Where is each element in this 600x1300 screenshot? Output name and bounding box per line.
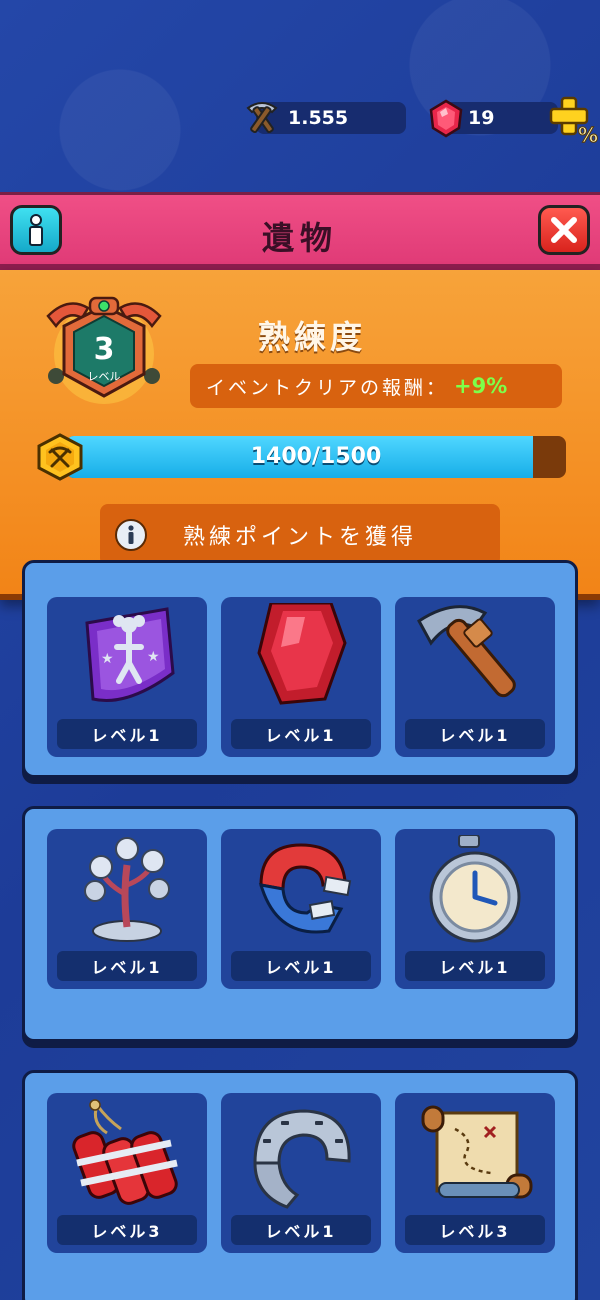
mastery-hex-icon: [37, 433, 83, 481]
relic-level: レベル3: [405, 1215, 545, 1245]
treasure-map-icon: [421, 1105, 533, 1199]
coin-tree-icon: [84, 837, 170, 942]
close-button[interactable]: [538, 205, 590, 255]
relic-group-3: レベル3 レベル1 レベル3: [22, 1070, 578, 1300]
page-title: 遺物: [261, 219, 338, 257]
relic-card[interactable]: レベル3: [395, 1093, 555, 1253]
earn-mastery-points-button[interactable]: 熟練ポイントを獲得: [100, 504, 500, 566]
ruby-crystal-icon: [257, 603, 347, 705]
currency-bar: 1.555 19 %: [0, 96, 600, 146]
relic-group-1: ★ ★ レベル1 レベル1 レベル1: [22, 560, 578, 778]
event-reward-box: イベントクリアの報酬： +9%: [190, 364, 562, 408]
pickaxe-currency[interactable]: 1.555: [246, 102, 406, 134]
info-circle-icon: [115, 519, 147, 551]
relic-card[interactable]: レベル1: [395, 829, 555, 989]
relic-level: レベル1: [405, 951, 545, 981]
relic-level: レベル1: [231, 951, 371, 981]
relic-card[interactable]: レベル1: [47, 829, 207, 989]
mastery-progress-bar: 1400/1500: [66, 436, 566, 478]
relic-level: レベル3: [57, 1215, 197, 1245]
relic-card[interactable]: レベル1: [221, 829, 381, 989]
reward-bonus: +9%: [454, 374, 508, 398]
cheerleader-badge-icon: ★ ★: [85, 607, 175, 703]
red-gem-icon: [429, 99, 463, 138]
relic-level: レベル1: [57, 951, 197, 981]
earn-button-label: 熟練ポイントを獲得: [182, 525, 417, 550]
mastery-title: 熟練度: [258, 318, 367, 356]
relic-card[interactable]: レベル1: [221, 1093, 381, 1253]
relic-level: レベル1: [57, 719, 197, 749]
relic-level: レベル1: [231, 1215, 371, 1245]
relics-header: 遺物: [0, 192, 600, 270]
relic-card[interactable]: レベル1: [395, 597, 555, 757]
pickaxe-amount: 1.555: [288, 107, 349, 129]
close-icon: [551, 217, 577, 243]
relic-group-2: レベル1 レベル1 レベル1: [22, 806, 578, 1042]
gem-amount: 19: [468, 107, 495, 129]
relic-level: レベル1: [405, 719, 545, 749]
horseshoe-icon: [253, 1109, 351, 1209]
relic-card[interactable]: レベル1: [221, 597, 381, 757]
mastery-level-badge: [46, 296, 162, 404]
progress-text: 1400/1500: [250, 444, 382, 469]
pickaxe-icon: [417, 605, 516, 698]
relic-card[interactable]: レベル3: [47, 1093, 207, 1253]
mastery-panel: 3 レベル 熟練度 イベントクリアの報酬： +9% 1400/1500 熟練ポイ…: [0, 270, 600, 600]
svg-text:★: ★: [101, 651, 114, 667]
plus-percent-button[interactable]: %: [548, 96, 598, 146]
magnet-icon: [258, 843, 352, 934]
stopwatch-icon: [429, 835, 521, 943]
relic-card[interactable]: ★ ★ レベル1: [47, 597, 207, 757]
relic-level: レベル1: [231, 719, 371, 749]
svg-text:%: %: [578, 123, 598, 146]
gem-currency[interactable]: 19: [429, 99, 558, 138]
crossed-pickaxes-icon: [246, 102, 278, 134]
dynamite-icon: [72, 1099, 178, 1205]
reward-text: イベントクリアの報酬：: [206, 376, 449, 399]
svg-text:★: ★: [147, 649, 160, 665]
